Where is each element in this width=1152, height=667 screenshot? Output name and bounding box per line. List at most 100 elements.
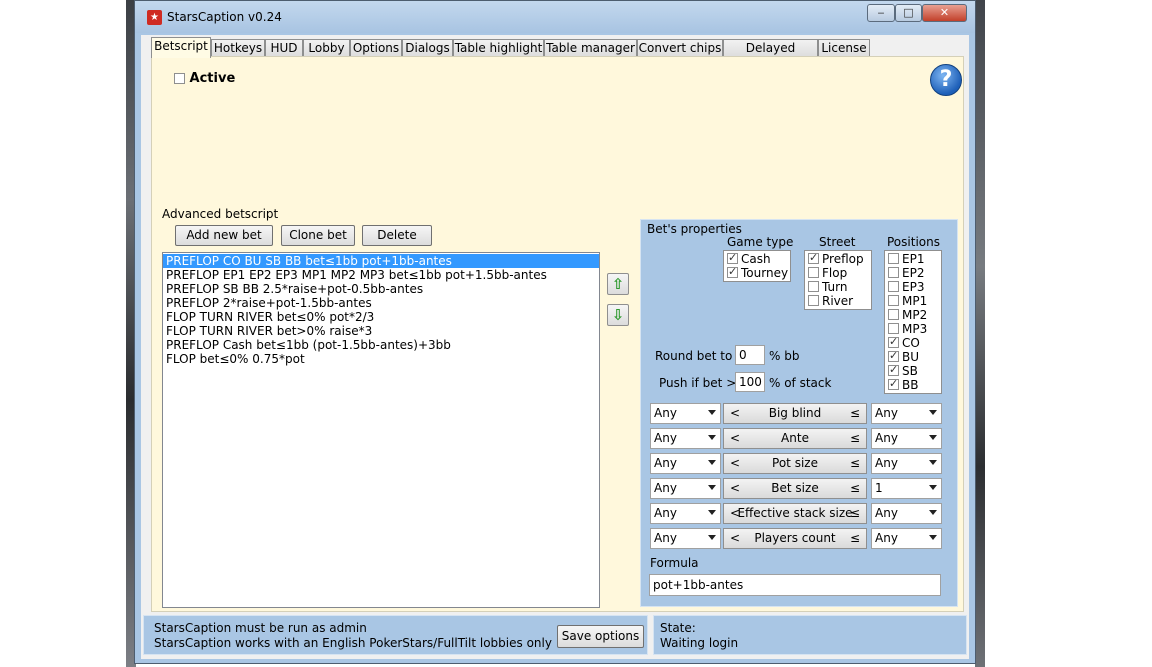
big-blind-max-select[interactable]: Any: [871, 403, 942, 424]
add-new-bet-button[interactable]: Add new bet: [175, 225, 273, 246]
mp3-checkbox[interactable]: [888, 323, 899, 334]
tab-betscript[interactable]: Betscript: [151, 37, 211, 58]
ante-max-select[interactable]: Any: [871, 428, 942, 449]
position-mp3[interactable]: MP3: [885, 322, 941, 336]
bu-checkbox[interactable]: [888, 349, 899, 363]
turn-checkbox[interactable]: [808, 281, 819, 292]
tab-lobby[interactable]: Lobby: [303, 39, 350, 57]
tab-table-highlight[interactable]: Table highlight: [453, 39, 544, 57]
delete-bet-button[interactable]: Delete: [362, 225, 432, 246]
position-sb[interactable]: SB: [885, 363, 941, 378]
bet-size-min-value: Any: [654, 481, 677, 495]
bet-list-item[interactable]: PREFLOP SB BB 2.5*raise+pot-0.5bb-antes: [163, 282, 599, 296]
pot-size-max-select[interactable]: Any: [871, 453, 942, 474]
formula-input[interactable]: pot+1bb-antes: [649, 574, 941, 596]
move-up-button[interactable]: ⇧: [607, 273, 629, 295]
move-down-button[interactable]: ⇩: [607, 304, 629, 326]
effective-stack-max-select[interactable]: Any: [871, 503, 942, 524]
ep1-label: EP1: [902, 252, 925, 266]
ep1-checkbox[interactable]: [888, 253, 899, 264]
game-type-cash[interactable]: Cash: [724, 251, 790, 266]
desktop-background-right: [975, 0, 985, 667]
push-if-unit: % of stack: [769, 376, 832, 390]
big-blind-range: < Big blind ≤: [723, 403, 867, 424]
flop-checkbox[interactable]: [808, 267, 819, 278]
position-mp1[interactable]: MP1: [885, 294, 941, 308]
street-turn[interactable]: Turn: [805, 280, 871, 294]
app-icon[interactable]: ★: [147, 10, 162, 25]
tab-hotkeys[interactable]: Hotkeys: [211, 39, 265, 57]
status-line-lobby: StarsCaption works with an English Poker…: [154, 636, 552, 650]
tab-options[interactable]: Options: [350, 39, 402, 57]
street-preflop[interactable]: Preflop: [805, 251, 871, 266]
bet-list-item[interactable]: FLOP bet≤0% 0.75*pot: [163, 352, 599, 366]
title-bar[interactable]: ★ StarsCaption v0.24 ‒ □ ✕: [135, 1, 975, 33]
position-mp2[interactable]: MP2: [885, 308, 941, 322]
bet-list-item[interactable]: PREFLOP 2*raise+pot-1.5bb-antes: [163, 296, 599, 310]
bet-list[interactable]: PREFLOP CO BU SB BB bet≤1bb pot+1bb-ante…: [162, 252, 600, 608]
bet-size-min-select[interactable]: Any: [650, 478, 721, 499]
help-icon[interactable]: ?: [930, 64, 962, 96]
co-checkbox[interactable]: [888, 335, 899, 349]
street-river[interactable]: River: [805, 294, 871, 308]
clone-bet-button[interactable]: Clone bet: [281, 225, 355, 246]
street-label: Street: [819, 235, 856, 249]
bet-list-item[interactable]: FLOP TURN RIVER bet≤0% pot*2/3: [163, 310, 599, 324]
round-bet-unit: % bb: [769, 349, 800, 363]
bb-checkbox[interactable]: [888, 377, 899, 391]
bet-list-item[interactable]: PREFLOP CO BU SB BB bet≤1bb pot+1bb-ante…: [163, 254, 599, 268]
tab-table-manager[interactable]: Table manager: [544, 39, 637, 57]
players-count-max-select[interactable]: Any: [871, 528, 942, 549]
maximize-button[interactable]: □: [895, 4, 922, 22]
app-window: ★ StarsCaption v0.24 ‒ □ ✕ Betscript Hot…: [134, 0, 976, 664]
position-bu[interactable]: BU: [885, 349, 941, 364]
minimize-button[interactable]: ‒: [867, 4, 895, 22]
players-count-min-select[interactable]: Any: [650, 528, 721, 549]
bet-size-max-select[interactable]: 1: [871, 478, 942, 499]
active-checkbox[interactable]: [174, 73, 185, 84]
round-bet-input[interactable]: 0: [735, 345, 765, 365]
river-checkbox[interactable]: [808, 295, 819, 306]
mp2-checkbox[interactable]: [888, 309, 899, 320]
ep3-checkbox[interactable]: [888, 281, 899, 292]
chevron-down-icon: [929, 535, 937, 540]
push-if-input[interactable]: 100: [735, 372, 765, 392]
position-co[interactable]: CO: [885, 335, 941, 350]
close-button[interactable]: ✕: [922, 4, 967, 22]
pot-size-min-select[interactable]: Any: [650, 453, 721, 474]
betscript-panel: Active ? Advanced betscript Add new bet …: [151, 56, 964, 612]
bet-size-max-value: 1: [875, 481, 883, 495]
preflop-checkbox[interactable]: [808, 251, 819, 265]
tourney-checkbox[interactable]: [727, 265, 738, 279]
sb-checkbox[interactable]: [888, 363, 899, 377]
game-type-tourney[interactable]: Tourney: [724, 265, 790, 280]
bet-list-item[interactable]: PREFLOP Cash bet≤1bb (pot-1.5bb-antes)+3…: [163, 338, 599, 352]
position-ep2[interactable]: EP2: [885, 266, 941, 280]
save-options-button[interactable]: Save options: [557, 625, 644, 648]
cash-checkbox[interactable]: [727, 251, 738, 265]
chevron-down-icon: [708, 510, 716, 515]
position-ep1[interactable]: EP1: [885, 252, 941, 266]
bet-list-item[interactable]: FLOP TURN RIVER bet>0% raise*3: [163, 324, 599, 338]
effective-stack-min-value: Any: [654, 506, 677, 520]
tourney-label: Tourney: [741, 266, 789, 280]
less-equal-sign: ≤: [849, 481, 860, 495]
ante-range: < Ante ≤: [723, 428, 867, 449]
big-blind-max-value: Any: [875, 406, 898, 420]
mp1-checkbox[interactable]: [888, 295, 899, 306]
ep2-checkbox[interactable]: [888, 267, 899, 278]
tab-license[interactable]: License: [818, 39, 870, 57]
street-flop[interactable]: Flop: [805, 266, 871, 280]
effective-stack-min-select[interactable]: Any: [650, 503, 721, 524]
big-blind-min-select[interactable]: Any: [650, 403, 721, 424]
tab-dialogs[interactable]: Dialogs: [402, 39, 453, 57]
less-equal-sign: ≤: [849, 506, 860, 520]
position-bb[interactable]: BB: [885, 377, 941, 392]
bet-list-item[interactable]: PREFLOP EP1 EP2 EP3 MP1 MP2 MP3 bet≤1bb …: [163, 268, 599, 282]
tab-convert-chips[interactable]: Convert chips: [637, 39, 723, 57]
status-messages: StarsCaption must be run as admin StarsC…: [143, 615, 648, 655]
position-ep3[interactable]: EP3: [885, 280, 941, 294]
ante-min-select[interactable]: Any: [650, 428, 721, 449]
tab-delayed-actions[interactable]: Delayed actions: [723, 39, 818, 72]
tab-hud[interactable]: HUD: [265, 39, 303, 57]
